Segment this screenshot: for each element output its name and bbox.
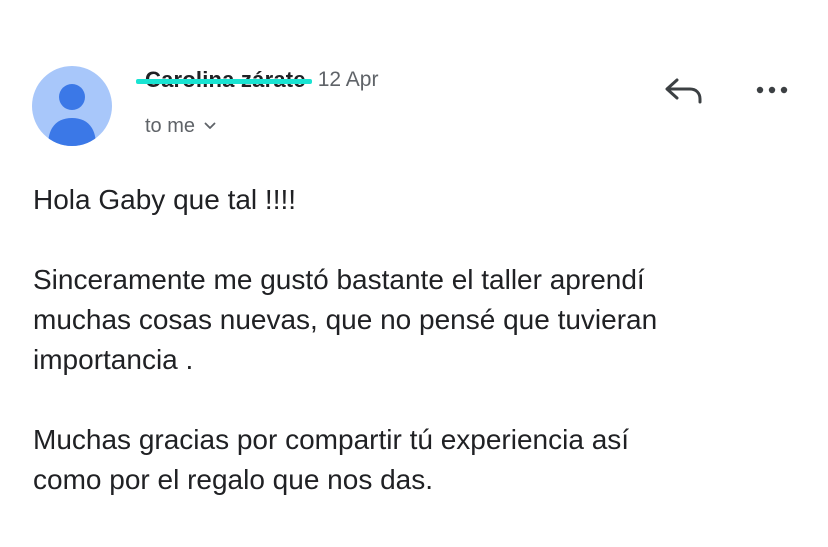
- reply-icon: [665, 78, 702, 104]
- sender-name[interactable]: Carolina zárate: [136, 67, 312, 93]
- body-paragraph-greeting: Hola Gaby que tal !!!!: [33, 184, 297, 215]
- redaction-mark: [136, 79, 312, 84]
- body-paragraph-feedback: Sinceramente me gustó bastante el taller…: [33, 264, 658, 375]
- chevron-down-icon: [204, 122, 216, 129]
- message-body: Hola Gaby que tal !!!! Sinceramente me g…: [33, 180, 813, 540]
- message-header: Carolina zárate 12 Apr to me: [0, 0, 828, 160]
- recipient-details-toggle[interactable]: to me: [145, 112, 217, 140]
- sender-row: Carolina zárate 12 Apr: [136, 64, 379, 96]
- more-horizontal-icon: [756, 86, 788, 94]
- message-date: 12 Apr: [317, 68, 379, 91]
- more-options-button[interactable]: [750, 76, 794, 104]
- reply-button[interactable]: [662, 72, 706, 108]
- recipient-label: to me: [145, 114, 196, 137]
- person-icon: [48, 84, 96, 146]
- sender-avatar[interactable]: [32, 66, 112, 146]
- body-paragraph-thanks: Muchas gracias por compartir tú experien…: [33, 424, 630, 495]
